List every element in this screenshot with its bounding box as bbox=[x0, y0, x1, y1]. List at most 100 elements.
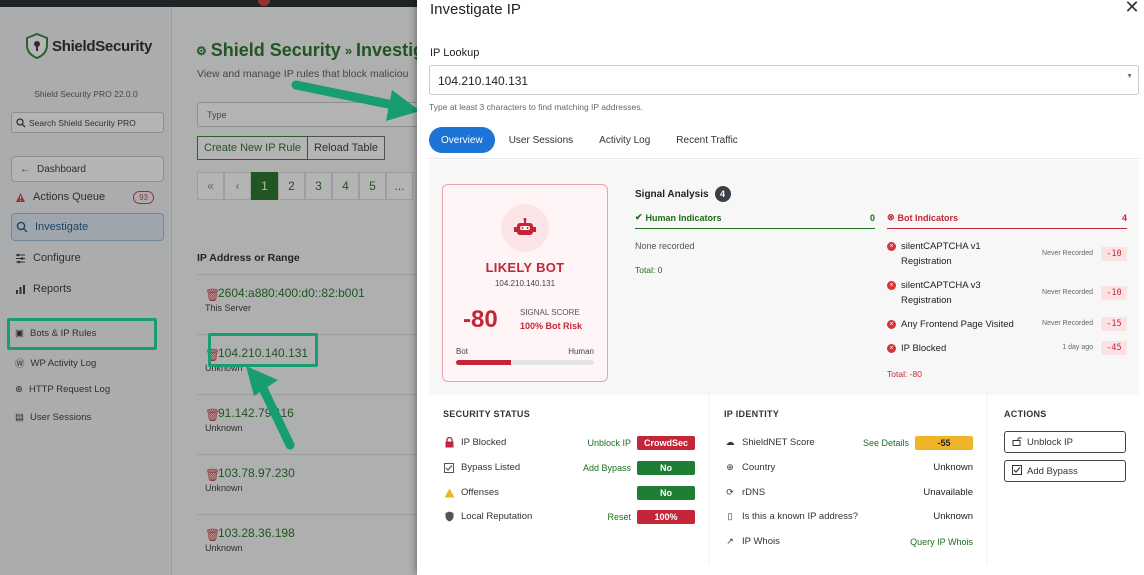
ip-lookup-hint: Type at least 3 characters to find match… bbox=[429, 102, 643, 112]
ip-lookup-value: 104.210.140.131 bbox=[438, 74, 529, 88]
status-row-offenses: Offenses No bbox=[443, 485, 695, 500]
checkbox-icon bbox=[1012, 464, 1022, 478]
actions-title: ACTIONS bbox=[1004, 409, 1047, 419]
status-row-bypass: Bypass Listed Add Bypass No bbox=[443, 460, 695, 475]
tab-user-sessions[interactable]: User Sessions bbox=[497, 127, 585, 153]
external-link-icon: ↗ bbox=[726, 536, 734, 546]
identity-row-known: ▯ Is this a known IP address? Unknown bbox=[724, 509, 973, 524]
add-bypass-link[interactable]: Add Bypass bbox=[583, 463, 631, 473]
bar-label-bot: Bot bbox=[456, 347, 469, 356]
status-pill: No bbox=[637, 485, 695, 500]
shieldnet-score-pill: -55 bbox=[915, 435, 973, 450]
identity-row-shieldnet: ☁ ShieldNET Score See Details -55 bbox=[724, 435, 973, 450]
signal-score-label: SIGNAL SCORE bbox=[520, 308, 580, 317]
caret-down-icon[interactable]: ▼ bbox=[1126, 73, 1133, 80]
bot-indicator-item: × silentCAPTCHA v3 Registration Never Re… bbox=[887, 278, 1127, 310]
shield-icon bbox=[443, 511, 455, 523]
tab-activity-log[interactable]: Activity Log bbox=[587, 127, 662, 153]
bot-indicator-value: -15 bbox=[1101, 317, 1127, 331]
bot-risk: 100% Bot Risk bbox=[520, 321, 583, 331]
globe-icon: ⊕ bbox=[726, 462, 734, 472]
bot-indicator-text: Any Frontend Page Visited bbox=[901, 319, 1014, 330]
signal-count-badge: 4 bbox=[714, 186, 731, 202]
bot-indicator-text: silentCAPTCHA v1 Registration bbox=[901, 241, 981, 267]
identity-label: IP Whois bbox=[742, 536, 780, 547]
bot-indicator-item: × silentCAPTCHA v1 Registration Never Re… bbox=[887, 239, 1127, 271]
human-indicators-count: 0 bbox=[869, 212, 875, 223]
checkbox-icon bbox=[443, 462, 455, 474]
unblock-ip-link[interactable]: Unblock IP bbox=[587, 438, 631, 448]
highlight-box bbox=[208, 333, 318, 367]
status-label: Offenses bbox=[461, 487, 499, 498]
unblock-ip-button[interactable]: Unblock IP bbox=[1004, 431, 1126, 453]
ip-identity-title: IP IDENTITY bbox=[724, 409, 780, 419]
tab-recent-traffic[interactable]: Recent Traffic bbox=[664, 127, 750, 153]
bot-indicators-count: 4 bbox=[1121, 212, 1127, 223]
bot-indicator-item: × IP Blocked 1 day ago -45 bbox=[887, 341, 1127, 357]
tab-overview[interactable]: Overview bbox=[429, 127, 495, 153]
human-indicators-label: Human Indicators bbox=[645, 212, 722, 223]
x-icon: × bbox=[887, 281, 896, 290]
signal-analysis-label: Signal Analysis bbox=[635, 188, 709, 200]
tab-divider bbox=[429, 158, 1139, 159]
tab-bar: Overview User Sessions Activity Log Rece… bbox=[429, 127, 752, 153]
highlight-box bbox=[7, 318, 157, 350]
bot-total: Total: -80 bbox=[887, 369, 922, 379]
signal-analysis-title: Signal Analysis 4 bbox=[635, 186, 731, 202]
identity-value: Unknown bbox=[933, 462, 973, 473]
status-pill: CrowdSec bbox=[637, 435, 695, 450]
device-icon: ▯ bbox=[727, 511, 733, 521]
warning-icon bbox=[443, 487, 455, 499]
query-whois-link[interactable]: Query IP Whois bbox=[910, 537, 973, 547]
status-row-ip-blocked: IP Blocked Unblock IP CrowdSec bbox=[443, 435, 695, 450]
modal-backdrop[interactable] bbox=[0, 0, 417, 575]
status-label: Local Reputation bbox=[461, 511, 533, 522]
refresh-icon: ⟳ bbox=[726, 487, 734, 497]
identity-row-whois: ↗ IP Whois Query IP Whois bbox=[724, 534, 973, 549]
x-circle-icon: ⊗ bbox=[887, 212, 895, 222]
identity-row-rdns: ⟳ rDNS Unavailable bbox=[724, 485, 973, 500]
ip-lookup-input[interactable]: 104.210.140.131 ▼ bbox=[429, 65, 1139, 95]
x-icon: × bbox=[887, 242, 896, 251]
reset-link[interactable]: Reset bbox=[607, 512, 631, 522]
x-icon: × bbox=[887, 320, 896, 329]
add-bypass-button[interactable]: Add Bypass bbox=[1004, 460, 1126, 482]
lock-icon bbox=[443, 437, 455, 449]
bot-indicators-header: ⊗ Bot Indicators 4 bbox=[887, 212, 1127, 229]
identity-label: ShieldNET Score bbox=[742, 437, 815, 448]
investigate-panel: Investigate IP ✕ IP Lookup 104.210.140.1… bbox=[417, 0, 1144, 575]
bot-bar-fill bbox=[456, 360, 512, 365]
bar-label-human: Human bbox=[568, 347, 594, 356]
identity-label: Country bbox=[742, 462, 776, 473]
panel-title: Investigate IP bbox=[430, 1, 521, 18]
ip-identity-section: IP IDENTITY ☁ ShieldNET Score See Detail… bbox=[710, 395, 986, 565]
add-bypass-label: Add Bypass bbox=[1027, 465, 1078, 477]
signal-score: -80 bbox=[463, 306, 498, 333]
bot-human-bar bbox=[456, 360, 594, 365]
bot-indicators-label: Bot Indicators bbox=[897, 212, 959, 223]
bot-indicator-when: 1 day ago bbox=[1062, 344, 1093, 351]
verdict-card: LIKELY BOT 104.210.140.131 -80 SIGNAL SC… bbox=[442, 184, 608, 382]
status-label: Bypass Listed bbox=[461, 462, 521, 473]
status-label: IP Blocked bbox=[461, 437, 507, 448]
status-row-reputation: Local Reputation Reset 100% bbox=[443, 509, 695, 524]
status-pill: 100% bbox=[637, 509, 695, 524]
ip-lookup-label: IP Lookup bbox=[430, 47, 480, 59]
x-icon: × bbox=[887, 344, 896, 353]
check-circle-icon: ✔ bbox=[635, 212, 643, 222]
see-details-link[interactable]: See Details bbox=[863, 438, 909, 448]
bot-indicator-value: -10 bbox=[1101, 286, 1127, 300]
verdict-label: LIKELY BOT bbox=[485, 260, 565, 275]
unblock-ip-label: Unblock IP bbox=[1027, 436, 1073, 448]
identity-value: Unavailable bbox=[923, 487, 973, 498]
bot-indicator-value: -10 bbox=[1101, 247, 1127, 261]
bot-indicator-when: Never Recorded bbox=[1042, 250, 1093, 257]
bot-indicator-when: Never Recorded bbox=[1042, 289, 1093, 296]
bot-indicator-when: Never Recorded bbox=[1042, 320, 1093, 327]
status-pill: No bbox=[637, 460, 695, 475]
bot-indicator-text: IP Blocked bbox=[901, 343, 947, 354]
verdict-ip: 104.210.140.131 bbox=[494, 279, 556, 288]
human-indicators-header: ✔ Human Indicators 0 bbox=[635, 212, 875, 229]
close-icon[interactable]: ✕ bbox=[1123, 0, 1141, 17]
identity-row-country: ⊕ Country Unknown bbox=[724, 460, 973, 475]
